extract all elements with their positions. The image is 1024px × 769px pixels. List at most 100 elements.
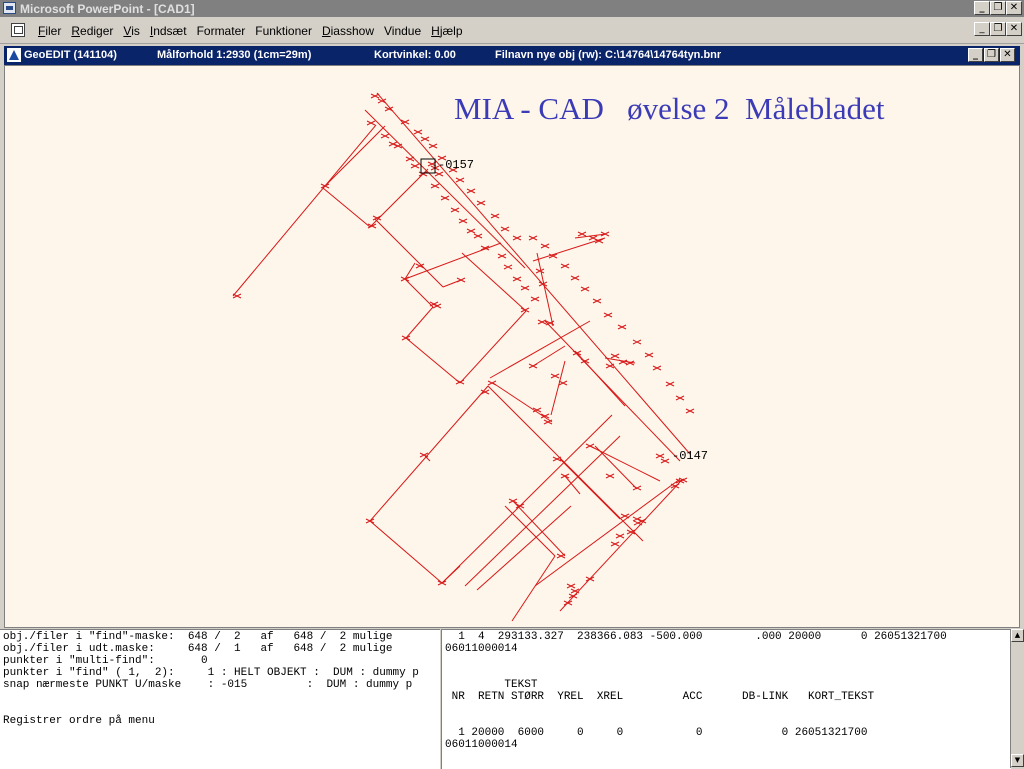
cad-point-marker <box>528 363 538 369</box>
document-control-icon[interactable] <box>11 23 25 37</box>
cad-point-marker <box>535 268 545 274</box>
cad-line <box>564 475 581 495</box>
geoedit-icon[interactable] <box>7 48 21 62</box>
scroll-down-arrow-icon[interactable]: ▼ <box>1011 754 1024 767</box>
cad-point-marker <box>450 207 460 213</box>
console-left-pane[interactable]: obj./filer i "find"-maske: 648 / 2 af 64… <box>0 629 440 769</box>
cad-point-marker <box>366 120 376 126</box>
cad-point-marker <box>497 253 507 259</box>
console-right-pane[interactable]: 1 4 293133.327 238366.083 -500.000 .000 … <box>441 629 1011 769</box>
menu-item-3[interactable]: Indsæt <box>145 24 192 38</box>
console-right-line: 06011000014 <box>445 739 518 751</box>
menu-bar: Filer Rediger Vis Indsæt Formater Funktioner D… <box>0 19 1024 44</box>
menu-item-4[interactable]: Formater <box>192 24 251 38</box>
cad-point-marker <box>400 276 410 282</box>
console-left-line: obj./filer i udt.maske: 648 / 1 af 648 /… <box>3 643 393 655</box>
geoedit-title: GeoEDIT (141104) <box>24 49 117 61</box>
point-label-0157: -0157 <box>438 158 475 172</box>
cad-drawing[interactable] <box>5 66 1020 628</box>
cad-point-marker <box>655 453 665 459</box>
doc-close-button[interactable]: ✕ <box>1006 22 1022 36</box>
geoedit-angle: Kortvinkel: 0.00 <box>374 49 456 61</box>
cad-point-marker <box>615 533 625 539</box>
cad-line <box>441 565 461 584</box>
cad-point-marker <box>466 228 476 234</box>
menu-item-2[interactable]: Vis <box>118 24 144 38</box>
cad-point-marker <box>540 243 550 249</box>
cad-point-marker <box>678 477 688 483</box>
cad-point-marker <box>585 576 595 582</box>
scroll-up-arrow-icon[interactable]: ▲ <box>1011 629 1024 642</box>
cad-line <box>441 414 613 584</box>
menu-item-6[interactable]: Diasshow <box>317 24 379 38</box>
cad-point-marker <box>577 231 587 237</box>
cad-point-marker <box>665 381 675 387</box>
powerpoint-app-icon[interactable] <box>3 2 16 14</box>
cad-point-marker <box>428 143 438 149</box>
cad-point-marker <box>550 373 560 379</box>
cad-point-marker <box>660 458 670 464</box>
cad-line <box>489 320 591 379</box>
cad-line <box>511 555 556 622</box>
console-left-line: Registrer ordre på menu <box>3 715 155 727</box>
cad-point-marker <box>232 293 242 299</box>
menu-item-1[interactable]: Rediger <box>66 24 118 38</box>
doc-restore-button[interactable]: ❐ <box>990 22 1006 36</box>
cad-point-marker <box>552 456 562 462</box>
cad-line <box>532 345 566 367</box>
cad-point-marker <box>633 520 643 526</box>
menu-item-0[interactable]: Filer <box>33 24 66 38</box>
cad-point-marker <box>500 226 510 232</box>
cad-point-marker <box>620 513 630 519</box>
cad-point-marker <box>652 365 662 371</box>
cad-point-marker <box>560 473 570 479</box>
doc-minimize-button[interactable]: _ <box>974 22 990 36</box>
console-right-line: TEKST <box>445 679 538 691</box>
point-label-0147: -0147 <box>672 449 709 463</box>
console-left-line: obj./filer i "find"-maske: 648 / 2 af 64… <box>3 631 393 643</box>
cad-point-marker <box>455 177 465 183</box>
cad-line <box>369 385 489 522</box>
cad-point-marker <box>370 93 380 99</box>
restore-button[interactable]: ❐ <box>990 1 1006 15</box>
cad-point-marker <box>603 312 613 318</box>
geoedit-restore-button[interactable]: ❐ <box>984 48 999 62</box>
console-left-line: punkter i "multi-find": 0 <box>3 655 208 667</box>
cad-point-marker <box>413 129 423 135</box>
console-scrollbar[interactable]: ▲ ▼ <box>1010 629 1024 768</box>
cad-point-marker <box>458 218 468 224</box>
cad-point-marker <box>434 171 444 177</box>
cad-point-marker <box>610 353 620 359</box>
console-right-line: 1 4 293133.327 238366.083 -500.000 .000 … <box>445 631 947 643</box>
cad-point-marker <box>685 408 695 414</box>
cad-point-marker <box>543 419 553 425</box>
console-left-line: punkter i "find" ( 1, 2): 1 : HELT OBJEK… <box>3 667 419 679</box>
cad-point-marker <box>675 395 685 401</box>
cad-point-marker <box>530 296 540 302</box>
cad-line <box>374 218 444 288</box>
cad-line <box>594 445 638 490</box>
cad-point-marker <box>405 156 415 162</box>
cad-line <box>512 500 566 557</box>
cad-line <box>464 435 621 587</box>
menu-item-7[interactable]: Vindue <box>379 24 426 38</box>
cad-line <box>322 187 371 228</box>
menu-item-5[interactable]: Funktioner <box>250 24 317 38</box>
geoedit-minimize-button[interactable]: _ <box>968 48 983 62</box>
cad-line <box>376 92 691 455</box>
cad-canvas[interactable]: MIA - CAD øvelse 2 Målebladet -0157 -014… <box>4 65 1020 628</box>
minimize-button[interactable]: _ <box>974 1 990 15</box>
cad-point-marker <box>512 276 522 282</box>
cad-line <box>534 478 681 587</box>
cad-line <box>459 310 527 384</box>
geoedit-close-button[interactable]: ✕ <box>1000 48 1015 62</box>
console-left-line: snap nærmeste PUNKT U/maske : -015 : DUM… <box>3 679 413 691</box>
cad-point-marker <box>560 263 570 269</box>
window-title-bar: Microsoft PowerPoint - [CAD1] _ ❐ ✕ <box>0 0 1024 17</box>
close-button[interactable]: ✕ <box>1006 1 1022 15</box>
cad-line <box>369 520 443 584</box>
menu-item-8[interactable]: Hjælp <box>426 24 467 38</box>
cad-point-marker <box>644 352 654 358</box>
cad-point-marker <box>537 319 547 325</box>
cad-line <box>232 124 377 297</box>
